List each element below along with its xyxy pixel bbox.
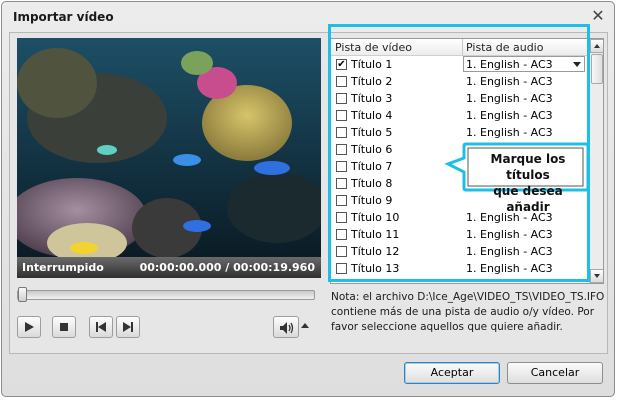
title-checkbox[interactable]: [336, 110, 347, 121]
title-checkbox[interactable]: [336, 93, 347, 104]
audio-track-label: 1. English - AC3: [466, 228, 553, 241]
title-checkbox[interactable]: [336, 144, 347, 155]
title-checkbox[interactable]: [336, 161, 347, 172]
title-label: Título 13: [351, 262, 400, 275]
list-item[interactable]: Título 3 1. English - AC3: [331, 90, 589, 107]
note-text: Nota: el archivo D:\Ice_Age\VIDEO_TS\VID…: [331, 291, 605, 333]
list-item[interactable]: Título 12 1. English - AC3: [331, 243, 589, 260]
title-label: Título 12: [351, 245, 400, 258]
stop-icon: [60, 323, 68, 331]
audio-track-label: 1. English - AC3: [466, 262, 553, 275]
window-title: Importar vídeo: [13, 10, 114, 24]
stop-button[interactable]: [52, 316, 76, 338]
list-scrollbar[interactable]: [589, 39, 603, 283]
accept-button[interactable]: Aceptar: [404, 362, 500, 384]
audio-track-label: 1. English - AC3: [466, 126, 553, 139]
play-icon: [25, 322, 34, 332]
title-checkbox[interactable]: [336, 212, 347, 223]
next-icon: [123, 322, 133, 332]
seek-thumb[interactable]: [18, 287, 27, 302]
audio-track-select[interactable]: 1. English - AC3: [463, 56, 585, 72]
title-label: Título 7: [351, 160, 393, 173]
play-button[interactable]: [17, 316, 41, 338]
list-header: Pista de vídeo Pista de audio: [331, 39, 589, 56]
playback-status-bar: Interrumpido 00:00:00.000 / 00:00:19.960: [17, 257, 321, 278]
title-label: Título 10: [351, 211, 400, 224]
title-label: Título 4: [351, 109, 393, 122]
cancel-button[interactable]: Cancelar: [507, 362, 603, 384]
title-checkbox[interactable]: [336, 263, 347, 274]
scroll-up-button[interactable]: [590, 39, 603, 53]
chevron-down-icon: [594, 274, 600, 278]
volume-up-arrow-icon[interactable]: [301, 323, 309, 328]
column-video-track[interactable]: Pista de vídeo: [335, 41, 412, 54]
seek-slider[interactable]: [17, 287, 315, 302]
title-checkbox[interactable]: [336, 246, 347, 257]
title-checkbox[interactable]: [336, 76, 347, 87]
title-label: Título 6: [351, 143, 393, 156]
audio-track-label: 1. English - AC3: [466, 92, 553, 105]
audio-track-label: 1. English - AC3: [466, 109, 553, 122]
column-audio-track[interactable]: Pista de audio: [466, 41, 543, 54]
list-item[interactable]: Título 5 1. English - AC3: [331, 124, 589, 141]
scroll-down-button[interactable]: [590, 269, 603, 283]
playback-state: Interrumpido: [22, 261, 104, 274]
import-video-dialog: Importar vídeo ✕ Interrumpido 00:00:00.0…: [1, 1, 615, 397]
scroll-thumb[interactable]: [591, 54, 603, 84]
audio-track-label: 1. English - AC3: [466, 245, 553, 258]
video-frame-image: [17, 38, 321, 257]
title-label: Título 11: [351, 228, 400, 241]
title-checkbox[interactable]: [336, 178, 347, 189]
callout-line-1: Marque los títulos: [490, 152, 566, 182]
title-checkbox-checked[interactable]: ✔: [336, 59, 347, 70]
audio-track-label: 1. English - AC3: [466, 75, 553, 88]
playback-time: 00:00:00.000 / 00:00:19.960: [139, 261, 315, 274]
title-label: Título 9: [351, 194, 393, 207]
list-item[interactable]: Título 11 1. English - AC3: [331, 226, 589, 243]
list-item[interactable]: Título 13 1. English - AC3: [331, 260, 589, 277]
volume-icon: [280, 322, 294, 334]
title-checkbox[interactable]: [336, 195, 347, 206]
previous-icon: [96, 322, 106, 332]
video-preview: [17, 38, 321, 257]
callout-line-2: que desea añadir: [493, 184, 563, 214]
next-button[interactable]: [116, 316, 140, 338]
title-label: Título 1: [351, 58, 393, 71]
title-label: Título 3: [351, 92, 393, 105]
column-divider[interactable]: [462, 39, 463, 55]
list-item[interactable]: Título 2 1. English - AC3: [331, 73, 589, 90]
instruction-callout: Marque los títulos que desea añadir: [440, 142, 590, 214]
audio-track-value: 1. English - AC3: [466, 58, 553, 71]
callout-text: Marque los títulos que desea añadir: [470, 151, 586, 215]
chevron-up-icon: [594, 44, 600, 48]
close-icon[interactable]: ✕: [590, 8, 606, 24]
title-checkbox[interactable]: [336, 127, 347, 138]
title-label: Título 8: [351, 177, 393, 190]
title-label: Título 2: [351, 75, 393, 88]
title-label: Título 5: [351, 126, 393, 139]
volume-button[interactable]: [273, 316, 299, 338]
previous-button[interactable]: [89, 316, 113, 338]
list-item[interactable]: ✔ Título 1 1. English - AC3: [331, 56, 589, 73]
title-checkbox[interactable]: [336, 229, 347, 240]
chevron-down-icon[interactable]: [573, 62, 581, 67]
title-bar: Importar vídeo ✕: [2, 2, 614, 32]
list-item[interactable]: Título 4 1. English - AC3: [331, 107, 589, 124]
